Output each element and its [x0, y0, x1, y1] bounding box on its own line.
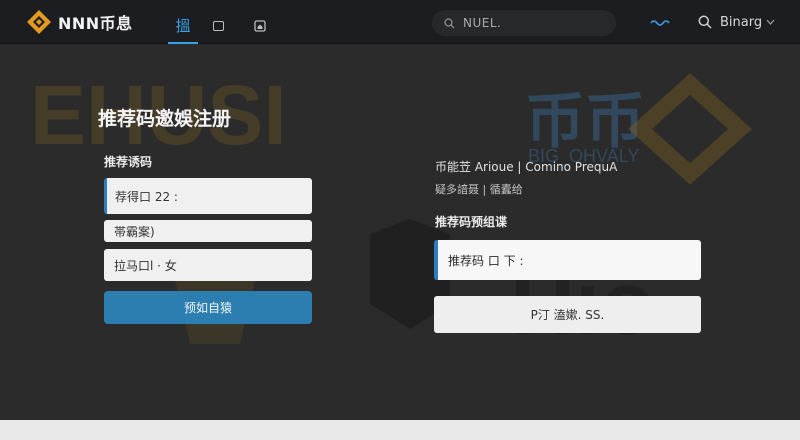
code-section-label: 推荐码预组谍: [435, 215, 508, 229]
tab-home-label: 搵: [175, 16, 191, 35]
submit-button-label: 预如自猿: [183, 301, 232, 315]
secondary-field-value: 帯霸案): [114, 224, 155, 239]
referral-code-display-value: 推荐码 口 下 :: [448, 253, 524, 268]
referral-code-display[interactable]: 推荐码 口 下 :: [434, 240, 701, 280]
brand-name: NNN币息: [58, 14, 133, 33]
watermark-diamond-icon: [628, 73, 752, 185]
page-title: 推荐码邀娛注册: [98, 108, 232, 130]
referral-code-field[interactable]: 荐得口 22 :: [104, 178, 312, 214]
watermark-right-text: 币币: [525, 88, 645, 155]
referral-code-label: 推荐诱码: [104, 155, 153, 169]
copy-button[interactable]: P汀 溘嫰. SS.: [434, 296, 701, 333]
window-icon: [212, 21, 224, 31]
user-name: Binarg: [720, 14, 763, 30]
third-field[interactable]: 拉马口l · 女: [104, 249, 312, 281]
tab-window[interactable]: [204, 8, 232, 44]
info-line-2: 疑多諳聂 | 循蠹给: [435, 183, 523, 196]
tab-home-icon[interactable]: [250, 8, 270, 44]
search-input[interactable]: NUEL.: [432, 10, 616, 36]
search-label: NUEL.: [463, 16, 502, 30]
diamond-logo-icon: [27, 10, 51, 34]
copy-button-label: P汀 溘嫰. SS.: [530, 308, 605, 322]
info-line-1: 币能苙 Arioue | Comino PrequA: [435, 160, 618, 174]
chevron-down-icon: [766, 19, 775, 25]
search-icon: [698, 15, 712, 29]
secondary-field[interactable]: 帯霸案): [104, 220, 312, 242]
house-icon: [254, 20, 266, 32]
third-field-value: 拉马口l · 女: [114, 258, 177, 273]
submit-button[interactable]: 预如自猿: [104, 291, 312, 324]
user-menu[interactable]: Binarg: [698, 12, 775, 32]
tab-home[interactable]: 搵: [168, 8, 198, 44]
brand-logo[interactable]: NNN币息: [26, 9, 133, 35]
top-navigation-bar: NNN币息 搵 NUEL. Binarg: [0, 0, 800, 44]
referral-code-value: 荐得口 22 :: [115, 189, 178, 204]
search-icon: [444, 17, 455, 28]
bottom-band: [0, 420, 800, 440]
activity-wave-icon[interactable]: [650, 13, 670, 31]
